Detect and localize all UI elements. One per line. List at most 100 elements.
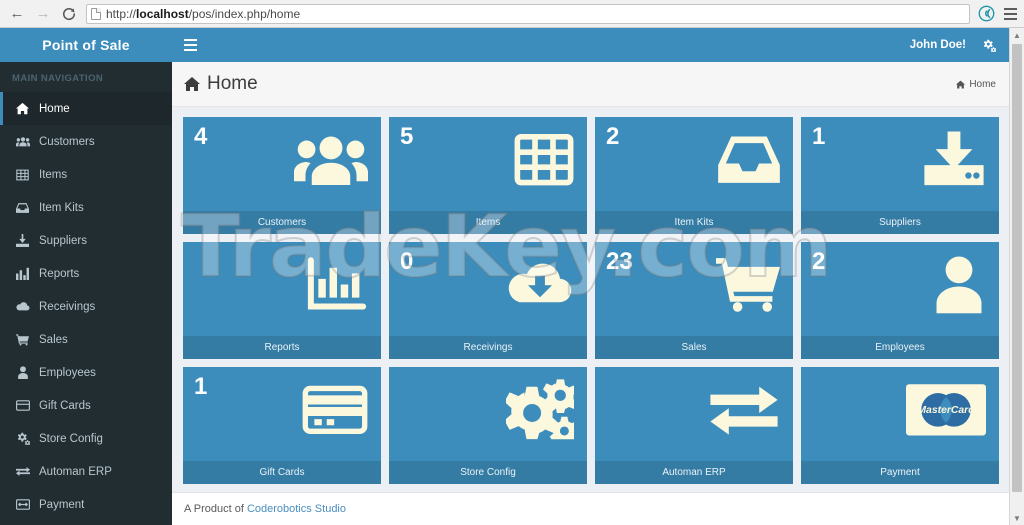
sidebar-item-gift-cards[interactable]: Gift Cards — [0, 389, 172, 422]
tile-label: Customers — [183, 211, 381, 234]
url-text: http://localhost/pos/index.php/home — [106, 6, 301, 21]
user-name-label[interactable]: John Doe! — [910, 39, 966, 51]
tile-count: 2 — [812, 248, 826, 275]
sidebar-toggle-icon[interactable] — [184, 39, 197, 51]
sidebar-item-home[interactable]: Home — [0, 92, 172, 125]
tile-body: 2 — [595, 117, 793, 211]
scrollbar-thumb[interactable] — [1012, 44, 1022, 492]
exchange-icon — [708, 384, 780, 436]
sidebar-item-reports[interactable]: Reports — [0, 257, 172, 290]
page-title: Home — [207, 73, 258, 94]
tile-item-kits[interactable]: 2 Item Kits — [595, 117, 793, 234]
tile-count: 5 — [400, 123, 414, 150]
nav-section-title: MAIN NAVIGATION — [12, 73, 104, 84]
top-navbar: John Doe! — [172, 28, 1010, 62]
tile-body — [595, 367, 793, 461]
sidebar-item-store-config[interactable]: Store Config — [0, 422, 172, 455]
sidebar-item-label: Reports — [39, 267, 80, 280]
cart-icon — [15, 333, 30, 346]
breadcrumb[interactable]: Home — [956, 79, 996, 90]
tile-items[interactable]: 5 Items — [389, 117, 587, 234]
tile-reports[interactable]: Reports — [183, 242, 381, 359]
tile-employees[interactable]: 2 Employees — [801, 242, 999, 359]
inbox-icon — [718, 133, 780, 187]
tile-label: Items — [389, 211, 587, 234]
tile-label: Reports — [183, 336, 381, 359]
sidebar-item-label: Customers — [39, 135, 95, 148]
sidebar-item-payment[interactable]: Payment — [0, 488, 172, 521]
brand-title[interactable]: Point of Sale — [0, 28, 172, 62]
browser-reload-button[interactable] — [56, 2, 82, 26]
tile-body: 1 — [183, 367, 381, 461]
sidebar-item-label: Sales — [39, 333, 68, 346]
payment-card-icon — [15, 499, 30, 510]
bar-chart-icon — [306, 257, 368, 313]
sidebar-item-automan-erp[interactable]: Automan ERP — [0, 455, 172, 488]
reload-icon — [63, 7, 76, 20]
sidebar: Point of Sale MAIN NAVIGATION Home Custo… — [0, 28, 172, 525]
cloud-icon — [15, 301, 30, 312]
tile-count: 1 — [194, 373, 208, 400]
sidebar-item-sales[interactable]: Sales — [0, 323, 172, 356]
tile-label: Payment — [801, 461, 999, 484]
scroll-down-arrow[interactable]: ▼ — [1010, 511, 1024, 525]
footer-link[interactable]: Coderobotics Studio — [247, 503, 346, 515]
address-bar[interactable]: http://localhost/pos/index.php/home — [86, 3, 970, 24]
tile-sales[interactable]: 23 Sales — [595, 242, 793, 359]
bar-chart-icon — [15, 267, 30, 280]
home-icon — [15, 102, 30, 115]
tile-gift-cards[interactable]: 1 Gift Cards — [183, 367, 381, 484]
sidebar-item-employees[interactable]: Employees — [0, 356, 172, 389]
tile-body — [183, 242, 381, 336]
sidebar-item-items[interactable]: Items — [0, 158, 172, 191]
tile-customers[interactable]: 4 Customers — [183, 117, 381, 234]
users-icon — [294, 128, 368, 190]
browser-toolbar: ← → http://localhost/pos/index.php/home — [0, 0, 1024, 28]
scroll-up-arrow[interactable]: ▲ — [1010, 28, 1024, 42]
extension-icon[interactable] — [976, 4, 996, 24]
footer-text: A Product of — [184, 503, 244, 515]
page-title-group: Home — [184, 73, 258, 95]
download-icon — [15, 234, 30, 247]
mastercard-icon: MasterCard — [906, 384, 986, 436]
sidebar-item-label: Item Kits — [39, 201, 84, 214]
cogs-icon[interactable] — [982, 39, 996, 52]
tile-count: 4 — [194, 123, 208, 150]
sidebar-item-customers[interactable]: Customers — [0, 125, 172, 158]
tile-body — [389, 367, 587, 461]
home-icon — [956, 80, 966, 89]
sidebar-item-receivings[interactable]: Receivings — [0, 290, 172, 323]
tile-body: 5 — [389, 117, 587, 211]
browser-back-button[interactable]: ← — [4, 2, 30, 26]
page-scrollbar[interactable]: ▲ ▼ — [1009, 28, 1024, 525]
tile-body: MasterCard — [801, 367, 999, 461]
cart-icon — [716, 257, 780, 313]
sidebar-item-item-kits[interactable]: Item Kits — [0, 191, 172, 224]
sidebar-item-suppliers[interactable]: Suppliers — [0, 224, 172, 257]
application-window: Point of Sale MAIN NAVIGATION Home Custo… — [0, 28, 1024, 525]
credit-card-icon — [15, 400, 30, 411]
inbox-icon — [15, 202, 30, 214]
sidebar-item-label: Home — [39, 102, 70, 115]
tile-label: Receivings — [389, 336, 587, 359]
exchange-icon — [15, 466, 30, 477]
breadcrumb-label: Home — [969, 78, 996, 90]
browser-menu-icon[interactable] — [1000, 3, 1020, 25]
sidebar-item-label: Store Config — [39, 432, 103, 445]
tile-receivings[interactable]: 0 Receivings — [389, 242, 587, 359]
page-footer: A Product of Coderobotics Studio — [172, 492, 1010, 525]
tile-suppliers[interactable]: 1 Suppliers — [801, 117, 999, 234]
sidebar-item-label: Gift Cards — [39, 399, 91, 412]
tile-body: 2 — [801, 242, 999, 336]
tile-store-config[interactable]: Store Config — [389, 367, 587, 484]
tile-count: 2 — [606, 123, 620, 150]
user-icon — [932, 255, 986, 314]
tile-automan-erp[interactable]: Automan ERP — [595, 367, 793, 484]
tile-label: Store Config — [389, 461, 587, 484]
users-icon — [15, 135, 30, 148]
svg-text:MasterCard: MasterCard — [917, 405, 975, 416]
browser-forward-button[interactable]: → — [30, 2, 56, 26]
tile-count: 23 — [606, 248, 633, 275]
download-icon — [922, 131, 986, 188]
tile-payment[interactable]: MasterCard Payment — [801, 367, 999, 484]
